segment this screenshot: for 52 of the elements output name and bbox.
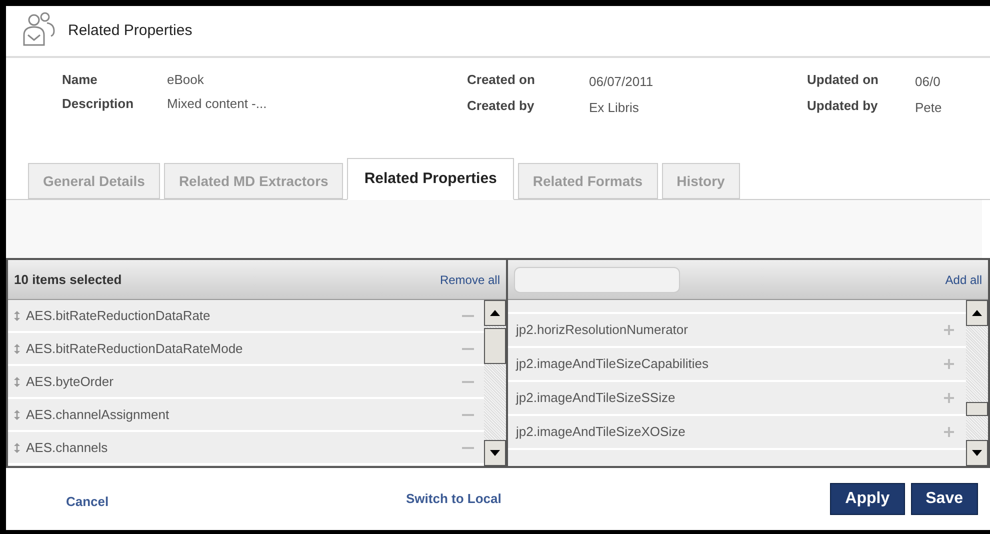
search-field[interactable] [514, 266, 680, 292]
scroll-up-button[interactable] [484, 300, 506, 326]
remove-all-link[interactable]: Remove all [440, 270, 500, 288]
property-name: AES.bitRateReductionDataRate [26, 306, 212, 325]
scrollbar[interactable] [484, 300, 506, 466]
add-icon[interactable] [944, 359, 954, 369]
add-icon[interactable] [944, 427, 954, 437]
drag-handle-icon [14, 376, 20, 386]
drag-handle-icon [14, 442, 20, 452]
triangle-up-icon [490, 310, 500, 316]
field-value: 06/07/2011 [589, 73, 654, 91]
scroll-thumb[interactable] [966, 402, 988, 416]
field-value: Ex Libris [589, 98, 640, 116]
drag-handle-icon [14, 410, 20, 420]
scroll-down-button[interactable] [966, 440, 988, 466]
field-value: Mixed content -... [167, 94, 268, 112]
tab[interactable]: Related Properties [347, 158, 514, 200]
field-value: 06/0 [915, 73, 942, 91]
triangle-down-icon [490, 450, 500, 456]
cancel-link[interactable]: Cancel [66, 492, 406, 512]
action-button[interactable]: Save [910, 483, 978, 515]
scrollbar[interactable] [966, 300, 988, 466]
property-name: jp2.horizResolutionNumerator [516, 321, 689, 340]
field-label: Updated on [807, 71, 880, 89]
triangle-up-icon [972, 310, 982, 316]
property-name: AES.channels [26, 438, 109, 457]
scroll-up-button[interactable] [966, 300, 988, 326]
add-icon[interactable] [944, 393, 954, 403]
field-value: eBook [167, 71, 205, 89]
field-label: Name [62, 71, 98, 89]
selected-count: 10 items selected [14, 270, 122, 289]
drag-handle-icon [14, 344, 20, 354]
property-name: jp2.imageAndTileSizeXOSize [516, 423, 686, 442]
add-all-link[interactable]: Add all [945, 270, 982, 288]
switch-to-local-link[interactable]: Switch to Local [406, 489, 830, 509]
field-label: Description [62, 94, 135, 113]
field-value: Pete [915, 98, 943, 116]
field-label: Created by [467, 96, 536, 115]
property-name: jp2.imageAndTileSizeCapabilities [516, 355, 710, 374]
triangle-down-icon [972, 450, 982, 456]
drag-handle-icon [14, 310, 20, 320]
property-name: AES.channelAssignment [26, 406, 170, 424]
scroll-down-button[interactable] [484, 440, 506, 466]
property-name: AES.byteOrder [26, 372, 114, 391]
field-label: Updated by [807, 96, 879, 115]
field-label: Created on [467, 71, 536, 89]
window-title: Related Properties [68, 20, 192, 41]
property-name: jp2.imageAndTileSizeSSize [516, 389, 676, 408]
property-name: AES.bitRateReductionDataRateMode [26, 340, 244, 358]
action-button[interactable]: Apply [830, 483, 905, 515]
add-icon[interactable] [944, 325, 954, 335]
scroll-thumb[interactable] [484, 328, 506, 364]
